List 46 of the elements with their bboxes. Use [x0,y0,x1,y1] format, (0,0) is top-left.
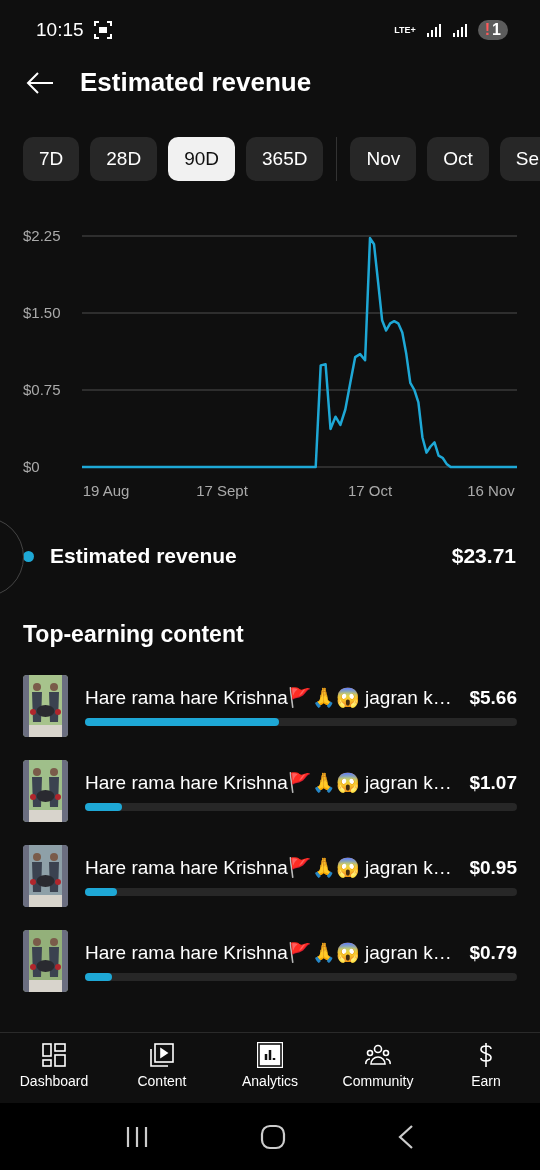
axis-label: $1.50 [23,304,61,321]
revenue-amount: $1.07 [469,771,517,794]
notification-badge: !1 [477,20,508,40]
signal-icon [425,23,442,37]
back-arrow-icon[interactable] [26,70,54,95]
range-chip[interactable]: 7D [23,137,80,181]
revenue-amount: $0.79 [469,941,517,964]
page-title: Estimated revenue [80,67,312,98]
range-chip[interactable]: 365D [246,137,324,181]
nav-icon [41,1042,67,1068]
nav-tab[interactable]: Earn [432,1033,540,1103]
section-title: Top-earning content [23,621,245,649]
total-value: $23.71 [451,544,516,568]
clock: 10:15 [36,19,84,41]
range-chip[interactable]: 28D [90,137,158,181]
recent-apps-icon[interactable] [125,1124,150,1149]
nav-icon [149,1042,175,1068]
revenue-amount: $5.66 [469,686,517,709]
nav-tab[interactable]: Community [324,1033,432,1103]
video-title[interactable]: Hare rama hare Krishna🚩🙏😱 jagran k… [85,856,462,879]
nav-tab[interactable]: Analytics [216,1033,324,1103]
axis-label: 17 Sept [196,482,248,499]
video-title[interactable]: Hare rama hare Krishna🚩🙏😱 jagran k… [85,771,462,794]
legend-label: Estimated revenue [50,544,237,568]
revenue-amount: $0.95 [469,856,517,879]
range-chip[interactable]: 90D [168,137,235,181]
axis-label: $2.25 [23,227,61,244]
nav-icon [257,1042,283,1068]
screenshot-icon [93,21,112,39]
axis-label: $0.75 [23,381,61,398]
axis-label: 19 Aug [82,482,130,499]
home-icon[interactable] [260,1123,286,1150]
signal-icon [451,23,468,37]
back-icon[interactable] [396,1123,415,1150]
axis-label: 17 Oct [347,482,393,499]
range-chip[interactable]: Nov [350,137,417,181]
range-chip[interactable]: Oct [427,137,489,181]
nav-icon [365,1042,391,1068]
video-title[interactable]: Hare rama hare Krishna🚩🙏😱 jagran k… [85,686,462,709]
nav-tab[interactable]: Dashboard [0,1033,108,1103]
axis-label: 16 Nov [467,482,515,499]
range-chip[interactable]: Se [499,137,540,181]
axis-label: $0 [23,458,40,475]
network-type: LTE+ [394,25,416,35]
video-title[interactable]: Hare rama hare Krishna🚩🙏😱 jagran k… [85,941,462,964]
nav-tab[interactable]: Content [108,1033,216,1103]
